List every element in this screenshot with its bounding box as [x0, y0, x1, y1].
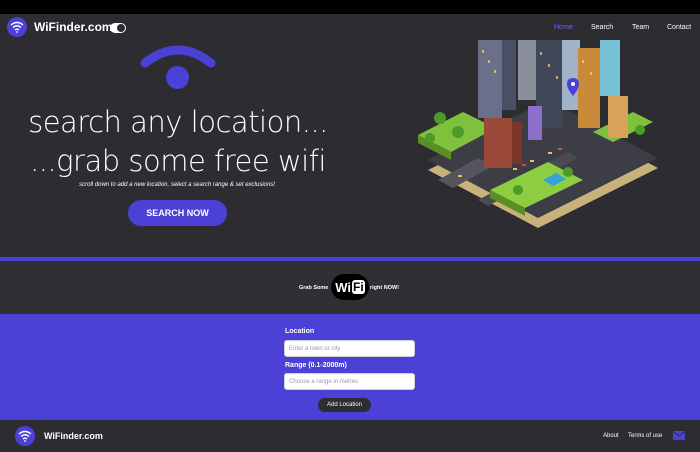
nav-home[interactable]: Home — [554, 24, 573, 31]
wifi-dot-icon — [166, 66, 189, 89]
add-location-button[interactable]: Add Location — [318, 398, 371, 412]
mail-icon[interactable] — [673, 431, 685, 440]
wifi-logo-icon[interactable] — [7, 17, 27, 37]
badge-fi: Fi — [352, 280, 365, 294]
top-strip — [0, 0, 700, 14]
footer — [0, 420, 700, 452]
footer-brand[interactable]: WiFinder.com — [44, 431, 103, 441]
range-label: Range (0.1-2000m) — [285, 362, 347, 369]
hero-headline-1: search any location... — [28, 105, 328, 139]
banner-text-right: right NOW! — [370, 285, 400, 291]
nav-contact[interactable]: Contact — [667, 24, 691, 31]
hero-subline: scroll down to add a new location, selec… — [79, 182, 275, 188]
banner-text-left: Grab Some — [299, 285, 329, 291]
footer-about-link[interactable]: About — [603, 433, 619, 439]
range-input[interactable]: Choose a range in metres — [284, 373, 415, 390]
nav-team[interactable]: Team — [632, 24, 649, 31]
city-illustration — [418, 40, 658, 228]
hero-headline-2: ...grab some free wifi — [30, 144, 326, 178]
brand-name[interactable]: WiFinder.com — [34, 20, 113, 34]
location-input[interactable]: Enter a town or city — [284, 340, 415, 357]
badge-wi: Wi — [335, 279, 352, 295]
location-label: Location — [285, 328, 315, 335]
wifi-badge-logo: Wi Fi — [331, 274, 369, 300]
theme-toggle-icon[interactable] — [110, 23, 126, 33]
nav-search[interactable]: Search — [591, 24, 613, 31]
footer-terms-link[interactable]: Terms of use — [628, 433, 662, 439]
search-now-button[interactable]: SEARCH NOW — [128, 200, 227, 226]
footer-wifi-logo-icon[interactable] — [15, 426, 35, 446]
